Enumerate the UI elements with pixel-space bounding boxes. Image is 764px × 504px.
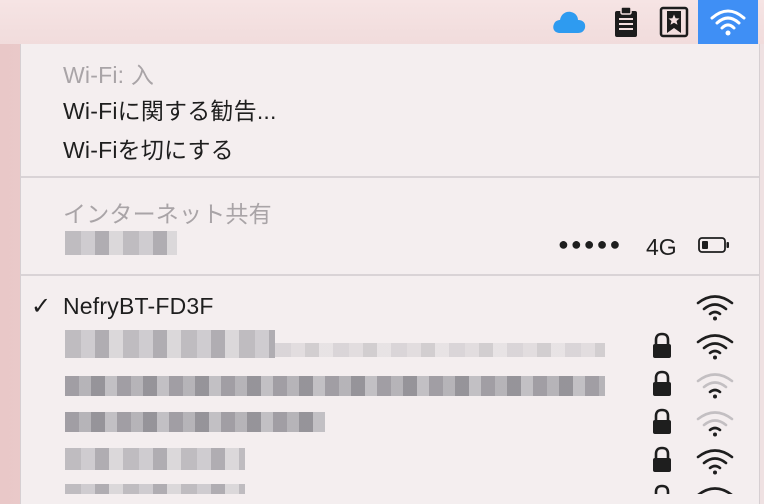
network-name-redacted [65, 330, 275, 358]
lock-icon [653, 332, 671, 358]
network-type-label: 4G [646, 234, 677, 260]
menu-separator [21, 274, 759, 276]
menu-bar [0, 0, 764, 44]
clipboard-icon[interactable] [606, 0, 646, 44]
checkmark-icon: ✓ [31, 293, 52, 320]
wifi-signal-full-icon [696, 334, 734, 360]
wifi-signal-weak-icon [696, 411, 734, 437]
turn-wifi-off-item[interactable]: Wi-Fiを切にする [63, 131, 234, 165]
lock-icon [653, 370, 671, 396]
menu-separator [21, 176, 759, 178]
network-name-redacted [275, 343, 605, 357]
wifi-menu-button[interactable] [698, 0, 758, 44]
battery-icon [698, 237, 729, 253]
wifi-dropdown-menu: Wi-Fi: 入 Wi-Fiに関する勧告... Wi-Fiを切にする インターネ… [20, 44, 760, 504]
wifi-icon [710, 9, 746, 36]
network-name-redacted [65, 376, 605, 396]
lock-icon [653, 446, 671, 472]
network-name-redacted [65, 484, 245, 494]
reading-list-icon[interactable] [654, 0, 694, 44]
network-name-redacted [65, 412, 325, 432]
cloud-icon[interactable] [548, 0, 590, 44]
wifi-status-label: Wi-Fi: 入 [63, 62, 155, 88]
hotspot-device-name-redacted [65, 231, 177, 255]
lock-icon [653, 408, 671, 434]
wifi-signal-full-icon [697, 487, 733, 494]
wifi-advisory-item[interactable]: Wi-Fiに関する勧告... [63, 92, 277, 126]
wifi-signal-full-icon [696, 295, 734, 321]
wifi-signal-weak-icon [696, 373, 734, 399]
network-name-redacted [65, 448, 245, 470]
hotspot-section-header: インターネット共有 [63, 201, 272, 227]
wifi-signal-full-icon [696, 449, 734, 475]
cellular-signal-dots: ●●●●● [558, 234, 623, 254]
lock-icon [654, 484, 670, 494]
network-name: NefryBT-FD3F [63, 293, 214, 319]
